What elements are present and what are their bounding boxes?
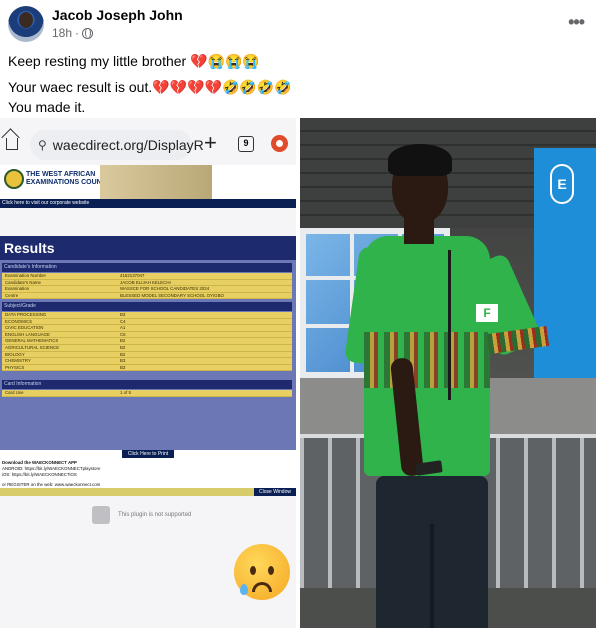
sad-face-with-tear-icon — [234, 544, 290, 600]
table-row: DATA PROCESSING B3 — [2, 312, 292, 319]
print-button: Click Here to Print — [122, 450, 174, 458]
url-bar: ⚲ waecdirect.org/DisplayR — [30, 130, 204, 160]
close-window-button: Close Window — [254, 488, 296, 496]
post-line-1: Keep resting my little brother 💔😭😭😭 — [8, 53, 260, 69]
tab-count-icon: 9 — [238, 136, 254, 152]
plugin-text: This plugin is not supported — [118, 512, 192, 518]
candidate-section-head: Candidate's Information — [2, 263, 292, 272]
author-avatar[interactable] — [8, 6, 44, 42]
waec-seal-icon — [4, 169, 24, 189]
post-line-3: You made it. — [8, 99, 86, 115]
pillar-logo-icon: E — [550, 164, 574, 204]
table-row: Card Use 1 of 5 — [2, 390, 292, 397]
table-row: Examination WASSCE FOR SCHOOL CANDIDATES … — [2, 286, 292, 293]
post-line-2: Your waec result is out.💔💔💔💔🤣🤣🤣🤣 — [8, 79, 292, 95]
table-row: PHYSICS B3 — [2, 365, 292, 372]
download-line: iOS: https://bit.ly/WAECKONNECTiOS — [2, 472, 77, 477]
subject-table: DATA PROCESSING B3 ECONOMICS C4 CIVIC EDUC… — [2, 312, 292, 372]
table-row: ENGLISH LANGUAGE C6 — [2, 332, 292, 339]
plugin-zone: This plugin is not supported — [0, 496, 296, 546]
subject-section-head: Subject/Grade — [2, 302, 292, 311]
table-row: Examination Number 4152137047 — [2, 273, 292, 280]
table-row: CIVIC EDUCATION A1 — [2, 325, 292, 332]
more-options-icon[interactable]: ••• — [568, 12, 585, 33]
lanyard — [448, 250, 451, 400]
candidate-table: Examination Number 4152137047 Candidate's… — [2, 273, 292, 300]
globe-icon — [82, 27, 94, 39]
card-section-head: Card Information — [2, 380, 292, 389]
close-bar: Close Window — [0, 488, 296, 496]
post-meta: 18h · — [52, 26, 94, 40]
post-header: Jacob Joseph John 18h · ••• — [8, 6, 588, 42]
person-photo[interactable]: E F — [300, 118, 596, 628]
table-row: Centre BLESSED MODEL SECONDARY SCHOOL OYI… — [2, 293, 292, 300]
record-icon — [271, 135, 288, 152]
table-row: BIOLOGY B2 — [2, 352, 292, 359]
card-table: Card Use 1 of 5 — [2, 390, 292, 397]
post-text: Keep resting my little brother 💔😭😭😭 Your… — [8, 51, 292, 117]
table-row: CHEMISTRY B3 — [2, 358, 292, 365]
corporate-link: Click here to visit our corporate websit… — [0, 199, 296, 208]
results-title: Results — [0, 236, 296, 260]
post-timestamp[interactable]: 18h — [52, 26, 72, 40]
results-area: Candidate's Information Examination Numb… — [0, 260, 296, 450]
waec-banner-image — [100, 165, 212, 199]
table-row: AGRICULTURAL SCIENCE B2 — [2, 345, 292, 352]
waec-header: THE WEST AFRICAN EXAMINATIONS COUNCIL — [0, 165, 296, 199]
puzzle-icon — [92, 506, 110, 524]
shirt-badge: F — [476, 304, 498, 322]
new-tab-icon: + — [204, 130, 217, 155]
table-row: ECONOMICS C4 — [2, 319, 292, 326]
table-row: Candidate's Name JACOB ELIJAH KELECHI — [2, 280, 292, 287]
table-row: GENERAL MATHEMATICS B2 — [2, 338, 292, 345]
home-icon — [6, 138, 18, 150]
author-name[interactable]: Jacob Joseph John — [52, 7, 183, 23]
site-settings-icon: ⚲ — [38, 138, 47, 152]
result-screenshot-photo[interactable]: ⚲ waecdirect.org/DisplayR + 9 THE WEST A… — [0, 118, 296, 628]
photo-grid: ⚲ waecdirect.org/DisplayR + 9 THE WEST A… — [0, 118, 596, 628]
browser-bar: ⚲ waecdirect.org/DisplayR + 9 — [0, 128, 296, 164]
url-text: waecdirect.org/DisplayR — [52, 137, 204, 153]
